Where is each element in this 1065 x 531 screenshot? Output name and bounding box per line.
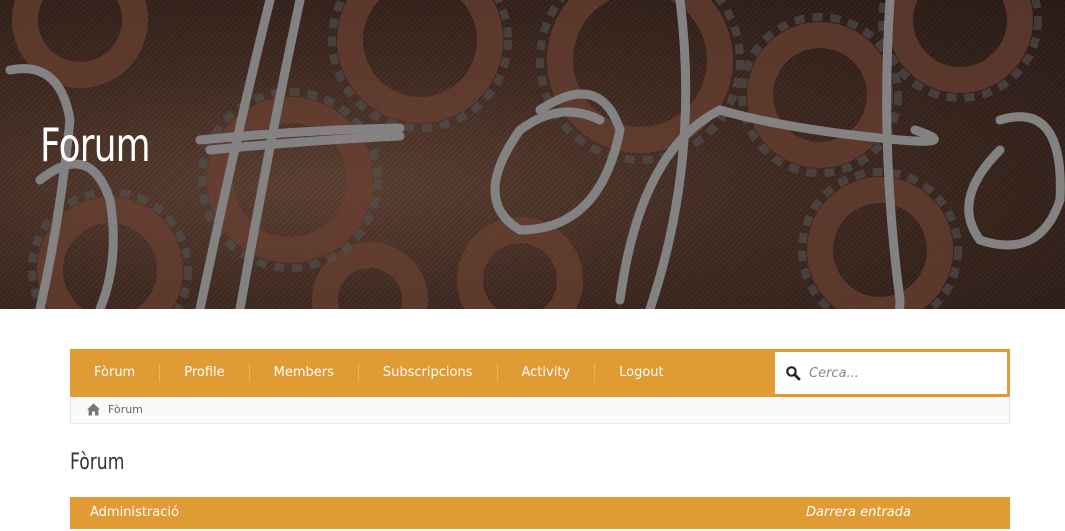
last-post-column-header: Darrera entrada	[806, 505, 911, 520]
hero-banner: Forum	[0, 0, 1065, 309]
nav-item-profile[interactable]: Profile	[159, 364, 248, 382]
home-icon[interactable]	[86, 402, 101, 417]
nav-item-logout[interactable]: Logout	[594, 364, 688, 382]
search-box	[775, 352, 1007, 394]
hero-artwork	[0, 0, 1065, 309]
forum-category-title[interactable]: Administració	[90, 505, 179, 520]
page-title: Forum	[40, 118, 151, 172]
nav-item-activity[interactable]: Activity	[496, 364, 595, 382]
section-heading: Fòrum	[70, 450, 125, 475]
forum-table-header: Administració Darrera entrada	[70, 497, 1010, 529]
nav-item-members[interactable]: Members	[248, 364, 358, 382]
search-input[interactable]	[809, 352, 999, 394]
nav-item-forum[interactable]: Fòrum	[70, 364, 159, 382]
nav-menu: Fòrum Profile Members Subscripcions Acti…	[70, 349, 688, 397]
breadcrumb: Fòrum	[70, 397, 1010, 424]
search-icon[interactable]	[785, 365, 801, 381]
forum-navbar: Fòrum Profile Members Subscripcions Acti…	[70, 349, 1010, 397]
breadcrumb-item-forum[interactable]: Fòrum	[108, 403, 143, 416]
nav-item-subscriptions[interactable]: Subscripcions	[357, 364, 497, 382]
